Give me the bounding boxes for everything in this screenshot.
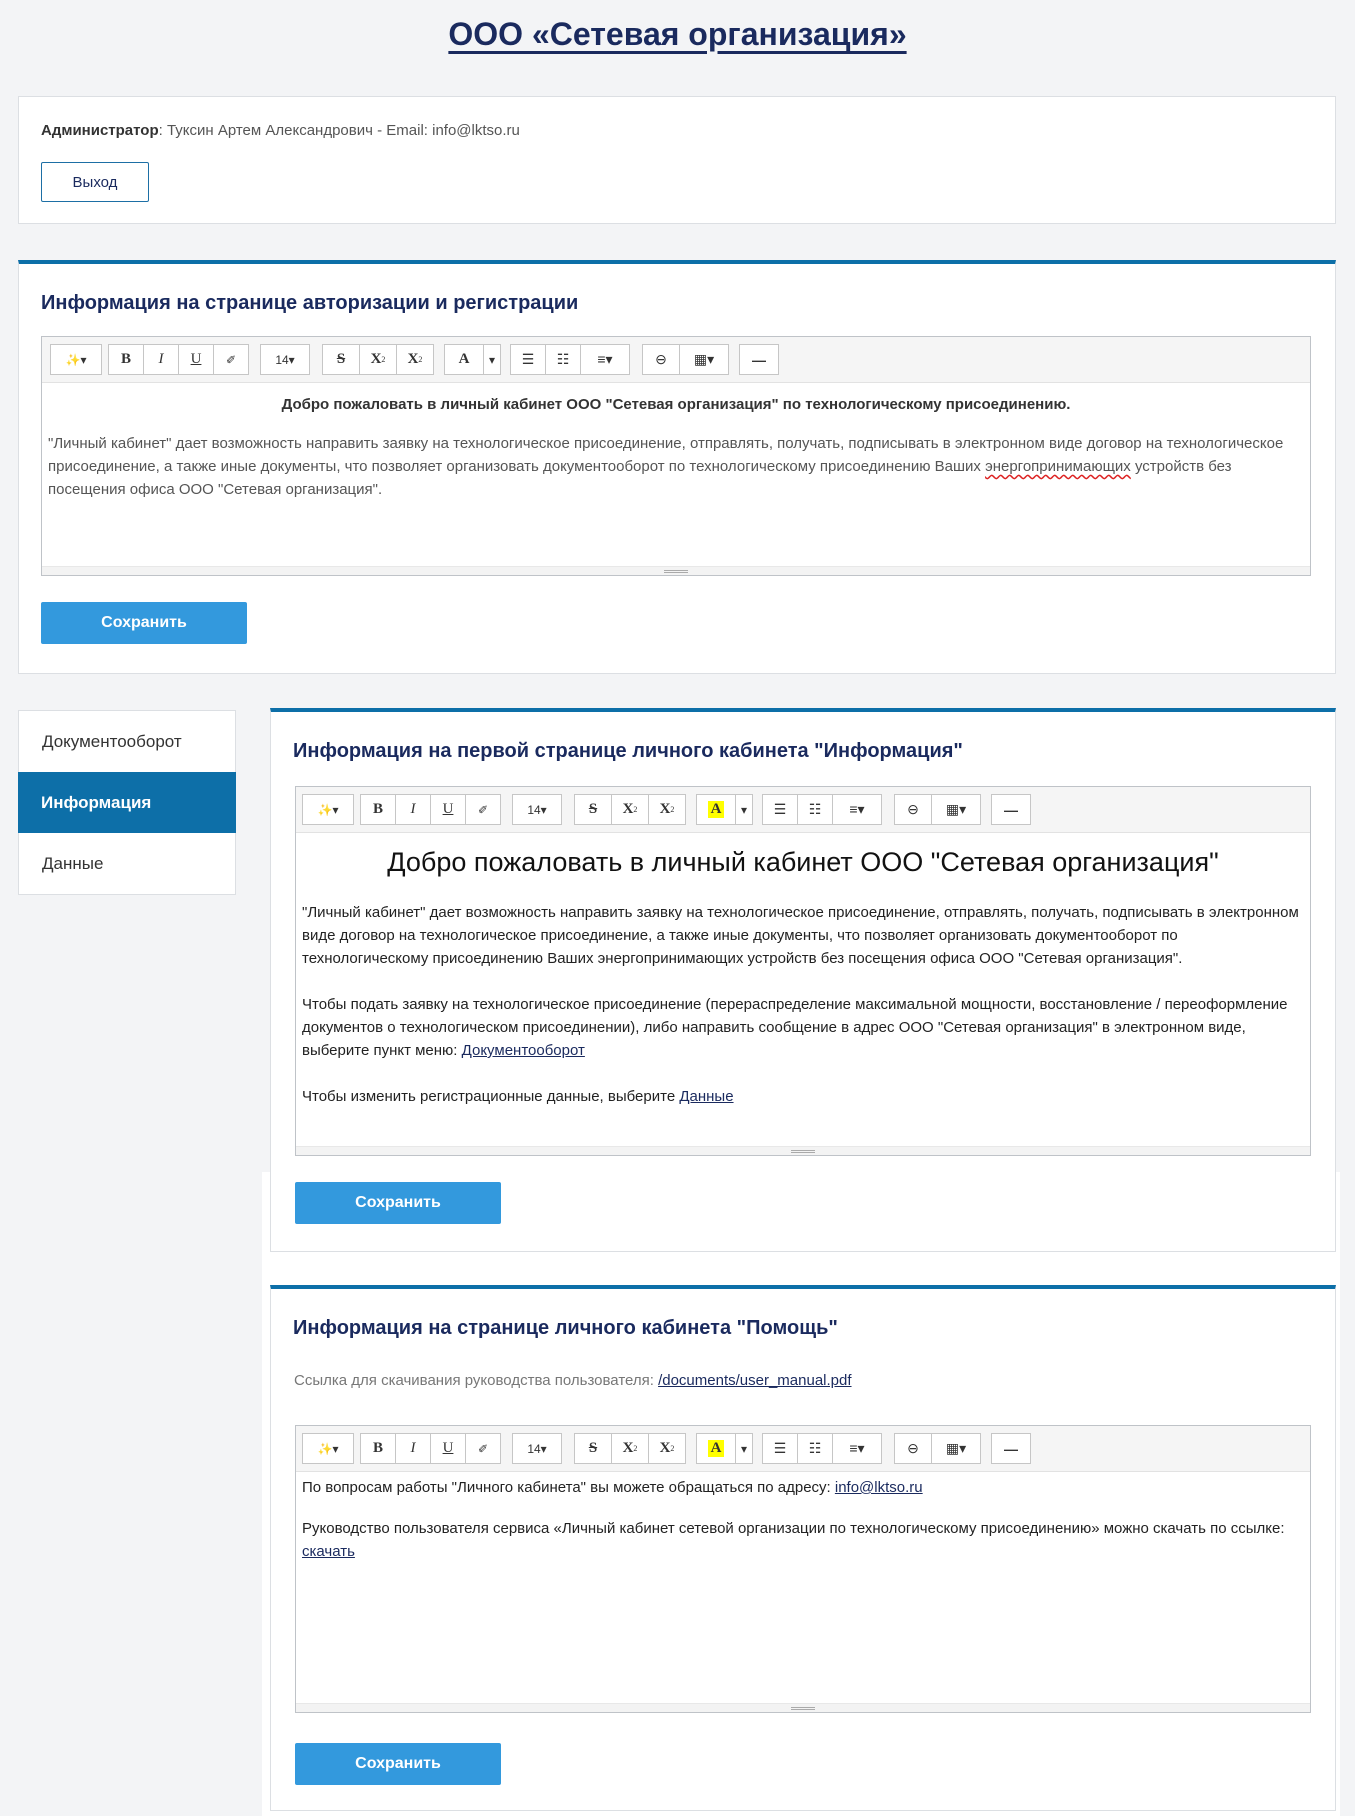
subscript-button[interactable]: X2 — [648, 1433, 686, 1464]
bullet-list-icon[interactable]: ☰ — [762, 794, 798, 825]
font-size-select[interactable]: 14▾ — [512, 1433, 562, 1464]
bold-button[interactable]: B — [108, 344, 144, 375]
font-color-button[interactable]: A — [444, 344, 484, 375]
page-title-text: ООО «Сетевая организация» — [448, 16, 907, 52]
strikethrough-button[interactable]: S — [322, 344, 360, 375]
horizontal-rule-icon[interactable]: — — [991, 1433, 1031, 1464]
bullet-list-icon[interactable]: ☰ — [510, 344, 546, 375]
nav-item-documents[interactable]: Документооборот — [19, 711, 235, 772]
data-link[interactable]: Данные — [679, 1088, 733, 1105]
manual-link-label: Ссылка для скачивания руководства пользо… — [294, 1372, 659, 1389]
color-caret-icon[interactable]: ▾ — [735, 794, 753, 825]
superscript-button[interactable]: X2 — [611, 1433, 649, 1464]
font-size-select[interactable]: 14▾ — [260, 344, 310, 375]
info-editor-content[interactable]: Добро пожаловать в личный кабинет ООО "С… — [296, 833, 1310, 1108]
align-icon[interactable]: ≡▾ — [580, 344, 630, 375]
bullet-list-icon[interactable]: ☰ — [762, 1433, 798, 1464]
info-welcome-heading: Добро пожаловать в личный кабинет ООО "С… — [387, 847, 1219, 877]
help-page-editor[interactable]: ✨▾ B I U ✐ 14▾ S X2 X2 A ▾ ☰ ☷ ≡▾ ⊖ ▦▾ —… — [295, 1425, 1311, 1713]
auth-save-button[interactable]: Сохранить — [41, 602, 247, 644]
magic-wand-icon[interactable]: ✨▾ — [302, 1433, 354, 1464]
nav-item-data[interactable]: Данные — [19, 833, 235, 894]
table-icon[interactable]: ▦▾ — [679, 344, 729, 375]
help-page-card: Информация на странице личного кабинета … — [270, 1285, 1336, 1811]
info-page-title: Информация на первой странице личного ка… — [293, 740, 963, 762]
superscript-button[interactable]: X2 — [359, 344, 397, 375]
strikethrough-button[interactable]: S — [574, 794, 612, 825]
auth-welcome-text: Добро пожаловать в личный кабинет ООО "С… — [281, 396, 1071, 413]
numbered-list-icon[interactable]: ☷ — [797, 794, 833, 825]
numbered-list-icon[interactable]: ☷ — [545, 344, 581, 375]
editor-resize-handle[interactable] — [296, 1703, 1310, 1712]
help-editor-content[interactable]: По вопросам работы "Личного кабинета" вы… — [296, 1472, 1310, 1563]
editor-resize-handle[interactable] — [42, 566, 1310, 575]
admin-info: Администратор: Туксин Артем Александрови… — [41, 122, 520, 139]
editor-toolbar: ✨▾ B I U ✐ 14▾ S X2 X2 A ▾ ☰ ☷ ≡▾ ⊖ ▦▾ — — [296, 1426, 1310, 1472]
link-icon[interactable]: ⊖ — [894, 794, 932, 825]
manual-link[interactable]: /documents/user_manual.pdf — [658, 1372, 851, 1389]
eraser-icon[interactable]: ✐ — [465, 1433, 501, 1464]
horizontal-rule-icon[interactable]: — — [739, 344, 779, 375]
underline-button[interactable]: U — [430, 1433, 466, 1464]
italic-button[interactable]: I — [143, 344, 179, 375]
info-paragraph-3: Чтобы изменить регистрационные данные, в… — [302, 1088, 734, 1105]
help-line-1: По вопросам работы "Личного кабинета" вы… — [302, 1479, 923, 1496]
align-icon[interactable]: ≡▾ — [832, 794, 882, 825]
info-paragraph-1: "Личный кабинет" дает возможность направ… — [302, 904, 1299, 967]
underline-button[interactable]: U — [178, 344, 214, 375]
auth-info-card: Информация на странице авторизации и рег… — [18, 260, 1336, 674]
color-caret-icon[interactable]: ▾ — [735, 1433, 753, 1464]
underline-button[interactable]: U — [430, 794, 466, 825]
info-page-editor[interactable]: ✨▾ B I U ✐ 14▾ S X2 X2 A ▾ ☰ ☷ ≡▾ ⊖ ▦▾ —… — [295, 786, 1311, 1156]
bold-button[interactable]: B — [360, 1433, 396, 1464]
page-title: ООО «Сетевая организация» — [0, 16, 1355, 53]
auth-info-title: Информация на странице авторизации и рег… — [41, 292, 579, 314]
numbered-list-icon[interactable]: ☷ — [797, 1433, 833, 1464]
subscript-button[interactable]: X2 — [648, 794, 686, 825]
email-link[interactable]: info@lktso.ru — [835, 1479, 923, 1496]
strikethrough-button[interactable]: S — [574, 1433, 612, 1464]
color-caret-icon[interactable]: ▾ — [483, 344, 501, 375]
auth-body-text: "Личный кабинет" дает возможность направ… — [48, 435, 1284, 498]
table-icon[interactable]: ▦▾ — [931, 1433, 981, 1464]
subscript-button[interactable]: X2 — [396, 344, 434, 375]
info-save-button[interactable]: Сохранить — [295, 1182, 501, 1224]
superscript-button[interactable]: X2 — [611, 794, 649, 825]
info-page-card: Информация на первой странице личного ка… — [270, 708, 1336, 1252]
help-page-title: Информация на странице личного кабинета … — [293, 1317, 838, 1339]
info-paragraph-2: Чтобы подать заявку на технологическое п… — [302, 996, 1288, 1059]
editor-resize-handle[interactable] — [296, 1146, 1310, 1155]
horizontal-rule-icon[interactable]: — — [991, 794, 1031, 825]
admin-details: : Туксин Артем Александрович - Email: in… — [158, 122, 520, 139]
link-icon[interactable]: ⊖ — [642, 344, 680, 375]
align-icon[interactable]: ≡▾ — [832, 1433, 882, 1464]
help-line-2: Руководство пользователя сервиса «Личный… — [302, 1520, 1285, 1560]
side-nav: Документооборот Информация Данные — [18, 710, 236, 895]
italic-button[interactable]: I — [395, 794, 431, 825]
nav-item-information[interactable]: Информация — [18, 772, 236, 833]
eraser-icon[interactable]: ✐ — [465, 794, 501, 825]
eraser-icon[interactable]: ✐ — [213, 344, 249, 375]
editor-toolbar: ✨▾ B I U ✐ 14▾ S X2 X2 A ▾ ☰ ☷ ≡▾ ⊖ ▦▾ — — [42, 337, 1310, 383]
manual-link-row: Ссылка для скачивания руководства пользо… — [294, 1372, 852, 1389]
highlight-color-button[interactable]: A — [696, 1433, 736, 1464]
magic-wand-icon[interactable]: ✨▾ — [302, 794, 354, 825]
documents-link[interactable]: Документооборот — [462, 1042, 585, 1059]
download-link[interactable]: скачать — [302, 1543, 355, 1560]
admin-role-label: Администратор — [41, 122, 159, 139]
auth-editor-content[interactable]: Добро пожаловать в личный кабинет ООО "С… — [42, 383, 1310, 501]
auth-info-editor[interactable]: ✨▾ B I U ✐ 14▾ S X2 X2 A ▾ ☰ ☷ ≡▾ ⊖ ▦▾ —… — [41, 336, 1311, 576]
font-size-select[interactable]: 14▾ — [512, 794, 562, 825]
magic-wand-icon[interactable]: ✨▾ — [50, 344, 102, 375]
table-icon[interactable]: ▦▾ — [931, 794, 981, 825]
italic-button[interactable]: I — [395, 1433, 431, 1464]
bold-button[interactable]: B — [360, 794, 396, 825]
help-save-button[interactable]: Сохранить — [295, 1743, 501, 1785]
link-icon[interactable]: ⊖ — [894, 1433, 932, 1464]
editor-toolbar: ✨▾ B I U ✐ 14▾ S X2 X2 A ▾ ☰ ☷ ≡▾ ⊖ ▦▾ — — [296, 787, 1310, 833]
admin-card: Администратор: Туксин Артем Александрови… — [18, 96, 1336, 224]
highlight-color-button[interactable]: A — [696, 794, 736, 825]
logout-button[interactable]: Выход — [41, 162, 149, 202]
